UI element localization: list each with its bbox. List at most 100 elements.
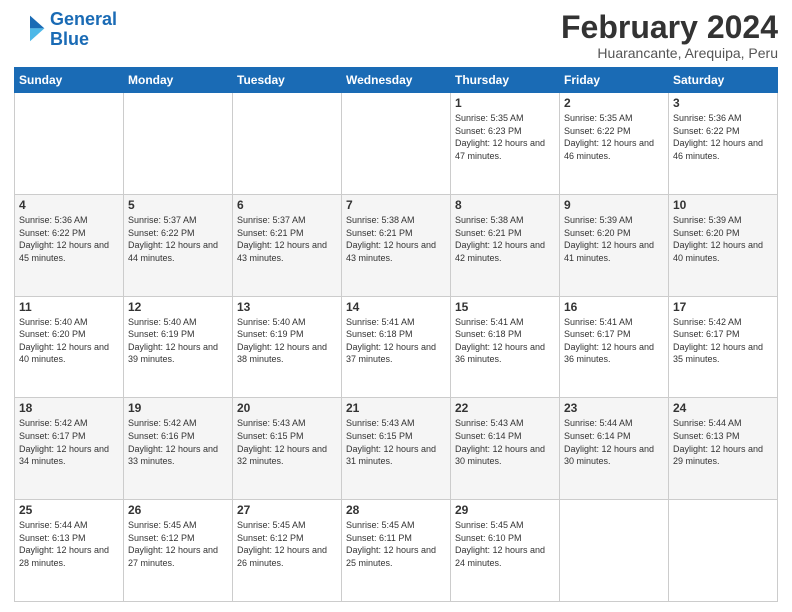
day-number: 19	[128, 401, 228, 415]
day-info: Sunrise: 5:45 AM Sunset: 6:10 PM Dayligh…	[455, 519, 555, 569]
calendar-table: SundayMondayTuesdayWednesdayThursdayFrid…	[14, 67, 778, 602]
day-number: 3	[673, 96, 773, 110]
calendar-cell	[15, 93, 124, 195]
calendar-cell: 26Sunrise: 5:45 AM Sunset: 6:12 PM Dayli…	[124, 500, 233, 602]
day-number: 24	[673, 401, 773, 415]
calendar-header-thursday: Thursday	[451, 68, 560, 93]
day-info: Sunrise: 5:41 AM Sunset: 6:18 PM Dayligh…	[346, 316, 446, 366]
calendar-week-1: 4 Sunrise: 5:36 AM Sunset: 6:22 PM Daylig…	[15, 194, 778, 296]
day-number: 4	[19, 198, 119, 212]
day-info: Sunrise: 5:36 AM Sunset: 6:22 PM Dayligh…	[673, 112, 773, 162]
calendar-cell	[669, 500, 778, 602]
day-number: 21	[346, 401, 446, 415]
day-info: Sunrise: 5:42 AM Sunset: 6:16 PM Dayligh…	[128, 417, 228, 467]
calendar-cell: 5 Sunrise: 5:37 AM Sunset: 6:22 PM Daylig…	[124, 194, 233, 296]
day-number: 18	[19, 401, 119, 415]
day-number: 11	[19, 300, 119, 314]
logo-text: General Blue	[50, 10, 117, 50]
day-info: Sunrise: 5:44 AM Sunset: 6:14 PM Dayligh…	[564, 417, 664, 467]
day-number: 25	[19, 503, 119, 517]
location: Huarancante, Arequipa, Peru	[561, 45, 778, 61]
calendar-cell: 15Sunrise: 5:41 AM Sunset: 6:18 PM Dayli…	[451, 296, 560, 398]
calendar-cell: 8 Sunrise: 5:38 AM Sunset: 6:21 PM Daylig…	[451, 194, 560, 296]
logo-icon	[14, 14, 46, 46]
day-number: 9	[564, 198, 664, 212]
calendar-cell: 16Sunrise: 5:41 AM Sunset: 6:17 PM Dayli…	[560, 296, 669, 398]
day-info: Sunrise: 5:45 AM Sunset: 6:12 PM Dayligh…	[128, 519, 228, 569]
calendar-cell: 4 Sunrise: 5:36 AM Sunset: 6:22 PM Daylig…	[15, 194, 124, 296]
calendar-header-row: SundayMondayTuesdayWednesdayThursdayFrid…	[15, 68, 778, 93]
calendar-header-monday: Monday	[124, 68, 233, 93]
header: General Blue February 2024 Huarancante, …	[14, 10, 778, 61]
day-info: Sunrise: 5:38 AM Sunset: 6:21 PM Dayligh…	[346, 214, 446, 264]
calendar-header-wednesday: Wednesday	[342, 68, 451, 93]
day-number: 2	[564, 96, 664, 110]
calendar-week-2: 11Sunrise: 5:40 AM Sunset: 6:20 PM Dayli…	[15, 296, 778, 398]
day-number: 23	[564, 401, 664, 415]
calendar-header-friday: Friday	[560, 68, 669, 93]
calendar-cell: 14 Sunrise: 5:41 AM Sunset: 6:18 PM Dayli…	[342, 296, 451, 398]
calendar-cell: 11Sunrise: 5:40 AM Sunset: 6:20 PM Dayli…	[15, 296, 124, 398]
calendar-cell: 20Sunrise: 5:43 AM Sunset: 6:15 PM Dayli…	[233, 398, 342, 500]
calendar-cell: 12 Sunrise: 5:40 AM Sunset: 6:19 PM Dayli…	[124, 296, 233, 398]
day-info: Sunrise: 5:43 AM Sunset: 6:15 PM Dayligh…	[346, 417, 446, 467]
calendar-cell: 28 Sunrise: 5:45 AM Sunset: 6:11 PM Dayli…	[342, 500, 451, 602]
calendar-cell: 3 Sunrise: 5:36 AM Sunset: 6:22 PM Daylig…	[669, 93, 778, 195]
day-info: Sunrise: 5:39 AM Sunset: 6:20 PM Dayligh…	[564, 214, 664, 264]
calendar-cell: 27 Sunrise: 5:45 AM Sunset: 6:12 PM Dayli…	[233, 500, 342, 602]
day-info: Sunrise: 5:40 AM Sunset: 6:19 PM Dayligh…	[237, 316, 337, 366]
day-number: 28	[346, 503, 446, 517]
day-number: 17	[673, 300, 773, 314]
calendar-header-sunday: Sunday	[15, 68, 124, 93]
day-info: Sunrise: 5:36 AM Sunset: 6:22 PM Dayligh…	[19, 214, 119, 264]
day-info: Sunrise: 5:39 AM Sunset: 6:20 PM Dayligh…	[673, 214, 773, 264]
day-number: 1	[455, 96, 555, 110]
calendar-header-tuesday: Tuesday	[233, 68, 342, 93]
calendar-cell: 1 Sunrise: 5:35 AM Sunset: 6:23 PM Daylig…	[451, 93, 560, 195]
calendar-cell	[342, 93, 451, 195]
calendar-cell: 19 Sunrise: 5:42 AM Sunset: 6:16 PM Dayli…	[124, 398, 233, 500]
calendar-header-saturday: Saturday	[669, 68, 778, 93]
title-area: February 2024 Huarancante, Arequipa, Per…	[561, 10, 778, 61]
calendar-cell	[560, 500, 669, 602]
day-info: Sunrise: 5:37 AM Sunset: 6:22 PM Dayligh…	[128, 214, 228, 264]
calendar-week-3: 18Sunrise: 5:42 AM Sunset: 6:17 PM Dayli…	[15, 398, 778, 500]
day-info: Sunrise: 5:35 AM Sunset: 6:22 PM Dayligh…	[564, 112, 664, 162]
day-info: Sunrise: 5:41 AM Sunset: 6:18 PM Dayligh…	[455, 316, 555, 366]
day-info: Sunrise: 5:44 AM Sunset: 6:13 PM Dayligh…	[19, 519, 119, 569]
day-number: 6	[237, 198, 337, 212]
calendar-week-4: 25 Sunrise: 5:44 AM Sunset: 6:13 PM Dayli…	[15, 500, 778, 602]
day-number: 22	[455, 401, 555, 415]
day-info: Sunrise: 5:37 AM Sunset: 6:21 PM Dayligh…	[237, 214, 337, 264]
logo-line2: Blue	[50, 29, 89, 49]
calendar-cell: 25 Sunrise: 5:44 AM Sunset: 6:13 PM Dayli…	[15, 500, 124, 602]
calendar-cell: 17 Sunrise: 5:42 AM Sunset: 6:17 PM Dayli…	[669, 296, 778, 398]
day-number: 10	[673, 198, 773, 212]
day-info: Sunrise: 5:40 AM Sunset: 6:19 PM Dayligh…	[128, 316, 228, 366]
day-info: Sunrise: 5:38 AM Sunset: 6:21 PM Dayligh…	[455, 214, 555, 264]
day-number: 27	[237, 503, 337, 517]
day-info: Sunrise: 5:43 AM Sunset: 6:15 PM Dayligh…	[237, 417, 337, 467]
day-number: 8	[455, 198, 555, 212]
month-title: February 2024	[561, 10, 778, 45]
calendar-cell: 29Sunrise: 5:45 AM Sunset: 6:10 PM Dayli…	[451, 500, 560, 602]
day-info: Sunrise: 5:41 AM Sunset: 6:17 PM Dayligh…	[564, 316, 664, 366]
day-number: 7	[346, 198, 446, 212]
page: General Blue February 2024 Huarancante, …	[0, 0, 792, 612]
calendar-cell: 9 Sunrise: 5:39 AM Sunset: 6:20 PM Daylig…	[560, 194, 669, 296]
logo-line1: General	[50, 9, 117, 29]
logo: General Blue	[14, 10, 117, 50]
day-info: Sunrise: 5:43 AM Sunset: 6:14 PM Dayligh…	[455, 417, 555, 467]
day-number: 12	[128, 300, 228, 314]
day-number: 14	[346, 300, 446, 314]
day-number: 5	[128, 198, 228, 212]
day-info: Sunrise: 5:45 AM Sunset: 6:12 PM Dayligh…	[237, 519, 337, 569]
day-info: Sunrise: 5:42 AM Sunset: 6:17 PM Dayligh…	[673, 316, 773, 366]
calendar-cell: 18Sunrise: 5:42 AM Sunset: 6:17 PM Dayli…	[15, 398, 124, 500]
calendar-cell: 10 Sunrise: 5:39 AM Sunset: 6:20 PM Dayli…	[669, 194, 778, 296]
day-info: Sunrise: 5:35 AM Sunset: 6:23 PM Dayligh…	[455, 112, 555, 162]
day-info: Sunrise: 5:45 AM Sunset: 6:11 PM Dayligh…	[346, 519, 446, 569]
calendar-cell: 22 Sunrise: 5:43 AM Sunset: 6:14 PM Dayli…	[451, 398, 560, 500]
calendar-cell: 7 Sunrise: 5:38 AM Sunset: 6:21 PM Daylig…	[342, 194, 451, 296]
calendar-cell	[124, 93, 233, 195]
